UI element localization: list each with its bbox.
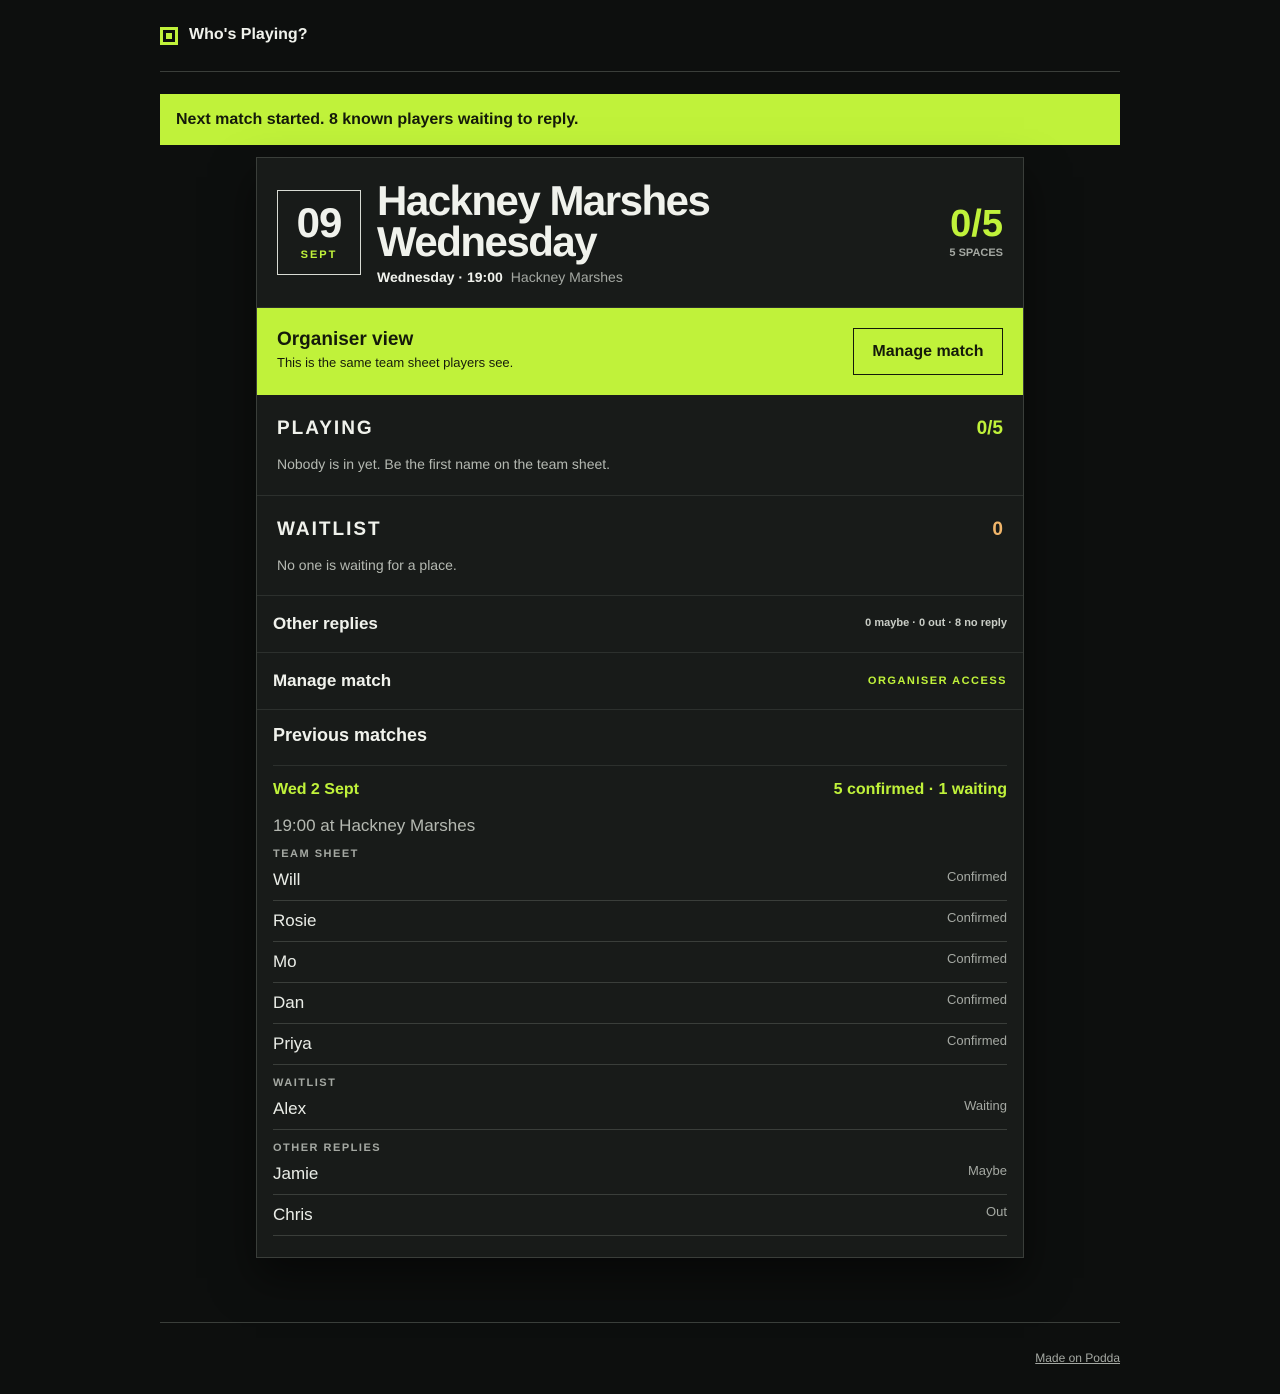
player-name: Chris: [273, 1205, 313, 1224]
player-status: Confirmed: [947, 869, 1007, 884]
playing-count: 0/5: [976, 418, 1003, 439]
previous-match-header: Wed 2 Sept 5 confirmed · 1 waiting: [273, 781, 1007, 799]
player-status: Confirmed: [947, 951, 1007, 966]
match-where: Hackney Marshes: [510, 269, 623, 285]
status-banner: Next match started. 8 known players wait…: [160, 94, 1120, 145]
organiser-title: Organiser view: [277, 329, 414, 350]
player-row: Mo Confirmed: [273, 942, 1007, 983]
match-card: 09 SEPT Hackney Marshes Wednesday Wednes…: [256, 157, 1024, 1258]
spaces-counter: 0/5 5 SPACES: [949, 204, 1003, 259]
brand-name[interactable]: Who's Playing?: [189, 26, 307, 44]
player-status: Confirmed: [947, 910, 1007, 925]
player-name: Rosie: [273, 911, 317, 930]
player-status: Out: [986, 1204, 1007, 1219]
footer-divider: [160, 1322, 1120, 1323]
previous-match-date: Wed 2 Sept: [273, 781, 359, 798]
spaces-label: 5 SPACES: [949, 247, 1003, 259]
waitlist-section: WAITLIST 0 No one is waiting for a place…: [257, 496, 1023, 596]
match-title: Hackney Marshes Wednesday: [377, 177, 711, 265]
player-name: Alex: [273, 1099, 307, 1118]
square-logo-icon[interactable]: [160, 27, 178, 45]
player-row: Jamie Maybe: [273, 1154, 1007, 1195]
player-row: Dan Confirmed: [273, 983, 1007, 1024]
manage-match-row[interactable]: Manage match ORGANISER ACCESS: [257, 653, 1023, 710]
previous-matches-heading[interactable]: Previous matches: [273, 710, 1007, 766]
organiser-panel: Organiser view This is the same team she…: [257, 308, 1023, 395]
manage-match-button[interactable]: Manage match: [853, 328, 1003, 375]
date-day: 09: [296, 199, 343, 246]
previous-matches: Previous matches Wed 2 Sept 5 confirmed …: [257, 710, 1023, 1236]
player-name: Jamie: [273, 1164, 319, 1183]
waitlist-list: Alex Waiting: [273, 1089, 1007, 1130]
player-name: Will: [273, 870, 301, 889]
playing-message: Nobody is in yet. Be the first name on t…: [277, 456, 611, 472]
player-row: Chris Out: [273, 1195, 1007, 1236]
player-status: Confirmed: [947, 992, 1007, 1007]
playing-section: PLAYING 0/5 Nobody is in yet. Be the fir…: [257, 395, 1023, 496]
spaces-count: 0/5: [950, 203, 1003, 245]
player-name: Priya: [273, 1034, 312, 1053]
match-when: Wednesday · 19:00: [377, 269, 503, 285]
other-replies-summary: 0 maybe · 0 out · 8 no reply: [865, 617, 1007, 629]
top-bar: Who's Playing?: [160, 20, 1120, 72]
other-replies-label: Other replies: [273, 614, 378, 633]
player-row: Will Confirmed: [273, 860, 1007, 901]
organiser-access-badge: ORGANISER ACCESS: [867, 675, 1007, 687]
match-header: 09 SEPT Hackney Marshes Wednesday Wednes…: [257, 158, 1023, 308]
player-status: Confirmed: [947, 1033, 1007, 1048]
playing-heading: PLAYING: [277, 418, 374, 439]
date-badge: 09 SEPT: [277, 190, 361, 275]
player-status: Waiting: [964, 1098, 1007, 1113]
waitlist-message: No one is waiting for a place.: [277, 557, 457, 573]
team-sheet-list: Will Confirmed Rosie Confirmed Mo Confirmed Da…: [273, 860, 1007, 1065]
match-meta: Wednesday · 19:00 Hackney Marshes: [377, 269, 623, 285]
date-month: SEPT: [300, 249, 338, 261]
other-replies-row[interactable]: Other replies 0 maybe · 0 out · 8 no rep…: [257, 596, 1023, 653]
player-row: Alex Waiting: [273, 1089, 1007, 1130]
waitlist-label: WAITLIST: [273, 1077, 337, 1089]
previous-match-time-place: 19:00 at Hackney Marshes: [273, 816, 476, 835]
team-sheet-label: TEAM SHEET: [273, 848, 359, 860]
other-replies-group-label: OTHER REPLIES: [273, 1142, 382, 1154]
previous-match-summary: 5 confirmed · 1 waiting: [833, 781, 1007, 798]
made-on-podda-link[interactable]: Made on Podda: [1035, 1351, 1120, 1365]
waitlist-count: 0: [992, 519, 1003, 540]
other-replies-list: Jamie Maybe Chris Out: [273, 1154, 1007, 1236]
player-status: Maybe: [967, 1163, 1007, 1178]
player-name: Mo: [273, 952, 297, 971]
player-name: Dan: [273, 993, 305, 1012]
player-row: Priya Confirmed: [273, 1024, 1007, 1065]
player-row: Rosie Confirmed: [273, 901, 1007, 942]
organiser-subtitle: This is the same team sheet players see.: [277, 355, 514, 370]
waitlist-heading: WAITLIST: [277, 519, 382, 540]
manage-match-label: Manage match: [273, 671, 392, 690]
